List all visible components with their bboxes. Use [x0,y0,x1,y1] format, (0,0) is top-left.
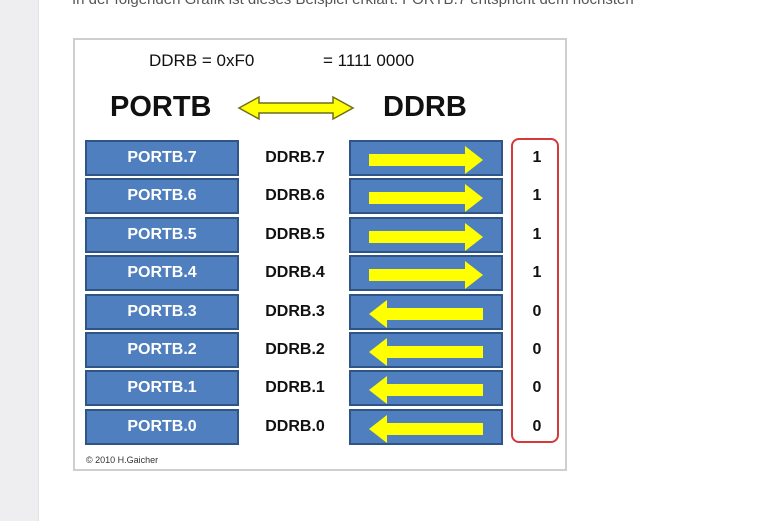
arrow-right-icon [369,222,483,251]
copyright-text: © 2010 H.Gaicher [86,455,159,465]
ddrb-bit-label: DDRB.6 [265,187,325,205]
portb-pin-box: PORTB.6 [85,178,239,215]
portb-pin-box: PORTB.1 [85,370,239,407]
direction-box [349,140,503,176]
ddrb-bit-label: DDRB.4 [265,264,325,282]
arrow-left-icon [369,299,483,328]
register-row: PORTB.0 DDRB.0 0 [75,408,569,445]
portb-pin-box: PORTB.5 [85,216,239,253]
register-row: PORTB.4 DDRB.4 1 [75,255,569,292]
ddrb-bit-label: DDRB.2 [265,341,325,358]
ddrb-bit-label: DDRB.1 [265,379,325,397]
equation-binary: = 1111 0000 [323,51,415,70]
heading-portb: PORTB [110,91,212,123]
ddrb-bit-label: DDRB.7 [265,149,325,166]
ddrb-bit-label: DDRB.3 [265,302,325,320]
register-row: PORTB.1 DDRB.1 0 [75,370,569,407]
direction-box [349,370,503,407]
arrow-right-icon [369,261,483,290]
ddrb-bit-label: DDRB.5 [265,225,325,243]
intro-text: In der folgenden Grafik ist dieses Beisp… [72,0,760,8]
left-gutter [0,0,39,521]
portb-pin-box: PORTB.3 [85,293,239,330]
register-row: PORTB.5 DDRB.5 1 [75,216,569,253]
ddrb-figure: DDRB = 0xF0 = 1111 0000 PORTB DDRB PORTB… [73,38,567,471]
arrow-left-icon [369,376,483,405]
equation-hex: DDRB = 0xF0 [149,51,255,70]
direction-box [349,332,503,368]
register-row: PORTB.6 DDRB.6 1 [75,178,569,215]
bit-values-frame [511,138,559,443]
double-arrow-icon [237,95,355,121]
arrow-right-icon [369,146,483,174]
portb-pin-box: PORTB.0 [85,408,239,445]
arrow-left-icon [369,414,483,443]
direction-box [349,216,503,253]
register-row: PORTB.3 DDRB.3 0 [75,293,569,330]
portb-pin-box: PORTB.4 [85,255,239,292]
direction-box [349,178,503,215]
heading-ddrb: DDRB [383,91,467,123]
register-row: PORTB.7 DDRB.7 1 [75,140,569,176]
direction-box [349,255,503,292]
direction-box [349,293,503,330]
register-row: PORTB.2 DDRB.2 0 [75,332,569,368]
direction-box [349,408,503,445]
ddrb-bit-label: DDRB.0 [265,417,325,435]
portb-pin-box: PORTB.2 [85,332,239,368]
arrow-right-icon [369,184,483,213]
portb-pin-box: PORTB.7 [85,140,239,176]
arrow-left-icon [369,338,483,366]
